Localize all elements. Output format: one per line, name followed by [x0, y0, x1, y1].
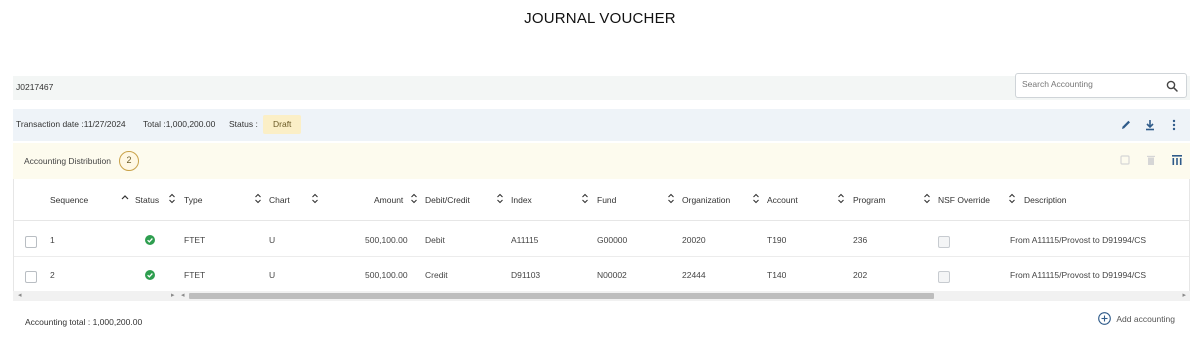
columns-icon[interactable] [1171, 154, 1183, 166]
column-header-program[interactable]: Program [853, 195, 886, 205]
scroll-right-arrow-icon[interactable]: ▸ [1182, 292, 1186, 300]
search-input[interactable] [1022, 79, 1162, 89]
page-title: JOURNAL VOUCHER [524, 10, 676, 27]
column-header-index[interactable]: Index [511, 195, 532, 205]
cell-account: T140 [767, 270, 787, 280]
sort-icon[interactable] [410, 193, 418, 204]
cell-index: D91103 [511, 270, 541, 280]
nsf-override-checkbox[interactable] [938, 236, 950, 248]
column-header-description[interactable]: Description [1024, 195, 1067, 205]
voucher-id-bar: J0217467 [13, 73, 1190, 100]
column-header-sequence[interactable]: Sequence [50, 195, 88, 205]
scroll-right-small-icon[interactable]: ▸ [171, 292, 175, 300]
cell-organization: 20020 [682, 235, 706, 245]
cell-chart: U [269, 270, 276, 280]
transaction-total: Total :1,000,200.00 [143, 119, 216, 129]
cell-debit-credit: Debit [425, 235, 445, 245]
table-footer: Accounting total : 1,000,200.00 Add acco… [13, 302, 1190, 340]
cell-debit-credit: Credit [425, 270, 448, 280]
row-select-checkbox[interactable] [25, 271, 37, 283]
check-circle-icon [145, 235, 155, 245]
download-icon[interactable] [1144, 118, 1156, 132]
cell-account: T190 [767, 235, 787, 245]
sort-icon[interactable] [496, 193, 504, 204]
check-circle-icon [145, 270, 155, 280]
cell-amount: 500,100.00 [365, 270, 408, 280]
cell-sequence: 2 [50, 270, 55, 280]
column-header-chart[interactable]: Chart [269, 195, 290, 205]
delete-icon[interactable] [1145, 154, 1157, 166]
column-header-fund[interactable]: Fund [597, 195, 616, 205]
cell-sequence: 1 [50, 235, 55, 245]
edit-icon[interactable] [1120, 118, 1132, 132]
column-header-type[interactable]: Type [184, 195, 202, 205]
cell-chart: U [269, 235, 276, 245]
search-box[interactable] [1015, 73, 1187, 98]
table-row[interactable]: 1 FTET U 500,100.00 Debit A11115 G00000 … [14, 222, 1189, 257]
distribution-label: Accounting Distribution [24, 156, 111, 166]
scrollbar-thumb[interactable] [189, 293, 934, 299]
transaction-date: Transaction date :11/27/2024 [16, 119, 126, 129]
cell-organization: 22444 [682, 270, 706, 280]
column-header-nsf-override[interactable]: NSF Override [938, 195, 990, 205]
cell-description: From A11115/Provost to D91994/CS [1010, 235, 1147, 245]
cell-fund: N00002 [597, 270, 627, 280]
sort-icon[interactable] [923, 193, 931, 204]
status-label: Status : [229, 119, 258, 129]
table-row[interactable]: 2 FTET U 500,100.00 Credit D91103 N00002… [14, 257, 1189, 292]
more-options-icon[interactable] [1168, 118, 1180, 132]
column-header-organization[interactable]: Organization [682, 195, 730, 205]
horizontal-scrollbar[interactable]: ◂ ▸ ◂ ▸ [13, 291, 1190, 301]
cell-program: 202 [853, 270, 868, 280]
table-header: Sequence Status Type Chart Amount Debit/… [14, 179, 1189, 221]
cell-program: 236 [853, 235, 868, 245]
scroll-left-arrow-icon[interactable]: ◂ [18, 292, 22, 300]
voucher-id: J0217467 [16, 82, 54, 92]
column-header-account[interactable]: Account [767, 195, 798, 205]
add-accounting-button[interactable]: Add accounting [1098, 312, 1175, 325]
distribution-count-badge: 2 [119, 151, 139, 171]
accounting-total: Accounting total : 1,000,200.00 [25, 317, 143, 327]
sort-icon[interactable] [168, 193, 176, 204]
search-icon[interactable] [1166, 80, 1178, 92]
add-circle-icon[interactable] [1098, 312, 1112, 325]
cell-type: FTET [184, 270, 206, 280]
accounting-distribution-bar: Accounting Distribution 2 [13, 143, 1190, 179]
accounting-table: Sequence Status Type Chart Amount Debit/… [13, 179, 1190, 301]
status-badge: Draft [263, 115, 302, 134]
sort-icon[interactable] [254, 193, 262, 204]
transaction-bar: Transaction date :11/27/2024 Total :1,00… [13, 109, 1190, 141]
nsf-override-checkbox[interactable] [938, 271, 950, 283]
add-accounting-label: Add accounting [1116, 313, 1175, 324]
sort-icon[interactable] [837, 193, 845, 204]
cell-type: FTET [184, 235, 206, 245]
sort-asc-icon[interactable] [121, 193, 129, 204]
cell-description: From A11115/Provost to D91994/CS [1010, 270, 1147, 280]
scroll-left-small-icon[interactable]: ◂ [181, 292, 185, 300]
sort-icon[interactable] [1008, 193, 1016, 204]
column-header-amount[interactable]: Amount [374, 195, 403, 205]
copy-icon[interactable] [1119, 154, 1131, 166]
sort-icon[interactable] [752, 193, 760, 204]
column-header-status[interactable]: Status [135, 195, 159, 205]
cell-index: A11115 [511, 235, 539, 245]
sort-icon[interactable] [667, 193, 675, 204]
row-select-checkbox[interactable] [25, 236, 37, 248]
sort-icon[interactable] [581, 193, 589, 204]
column-header-debit-credit[interactable]: Debit/Credit [425, 195, 470, 205]
cell-amount: 500,100.00 [365, 235, 408, 245]
sort-icon[interactable] [311, 193, 319, 204]
cell-fund: G00000 [597, 235, 628, 245]
